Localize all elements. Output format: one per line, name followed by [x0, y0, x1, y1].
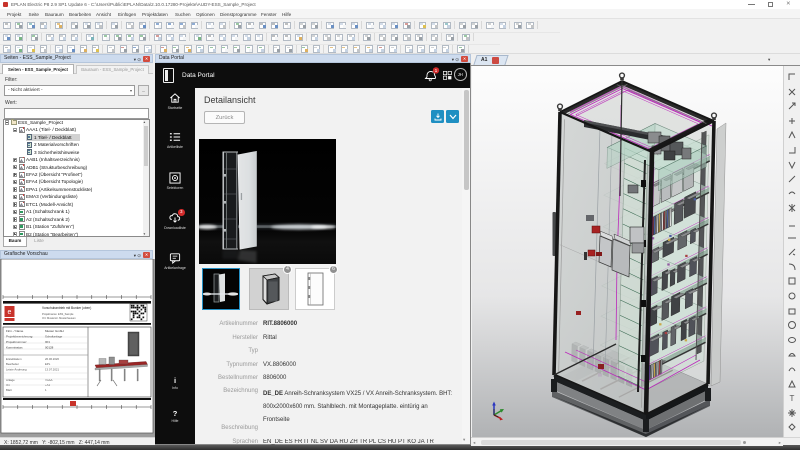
svg-text:Projektbezeichnung:: Projektbezeichnung: — [6, 335, 33, 339]
svg-text:e: e — [8, 309, 12, 316]
svg-text:1: 1 — [435, 68, 438, 74]
svg-text:Muster GmbH: Muster GmbH — [45, 329, 64, 333]
svg-text:Blatt: Blatt — [6, 388, 12, 392]
svg-text:Anlage: Anlage — [6, 378, 15, 382]
svg-text:Bearbeiter: Bearbeiter — [6, 362, 19, 366]
svg-text:Projektname: ESS_Sample: Projektname: ESS_Sample — [42, 312, 74, 316]
svg-text:Vorschubantrieb mit Bunker (ob: Vorschubantrieb mit Bunker (oben) — [42, 306, 91, 310]
svg-text:26.06.2020: 26.06.2020 — [45, 357, 59, 361]
svg-text:001: 001 — [45, 340, 50, 344]
svg-text:Letzte Änderung: Letzte Änderung — [6, 367, 27, 371]
svg-text:T: T — [790, 394, 795, 403]
svg-text:Schaltanlage: Schaltanlage — [45, 335, 63, 339]
svg-text:Erstelldatum: Erstelldatum — [6, 357, 22, 361]
svg-text:Ort: Musterstr. Musterhausen: Ort: Musterstr. Musterhausen — [42, 316, 76, 320]
svg-text:13.07.2021: 13.07.2021 — [45, 367, 59, 371]
svg-text:=GAA: =GAA — [45, 378, 53, 382]
svg-text:EPL: EPL — [45, 362, 51, 366]
svg-text:Firm. / Name: Firm. / Name — [6, 329, 24, 333]
svg-text:Projektnummer:: Projektnummer: — [6, 340, 27, 344]
